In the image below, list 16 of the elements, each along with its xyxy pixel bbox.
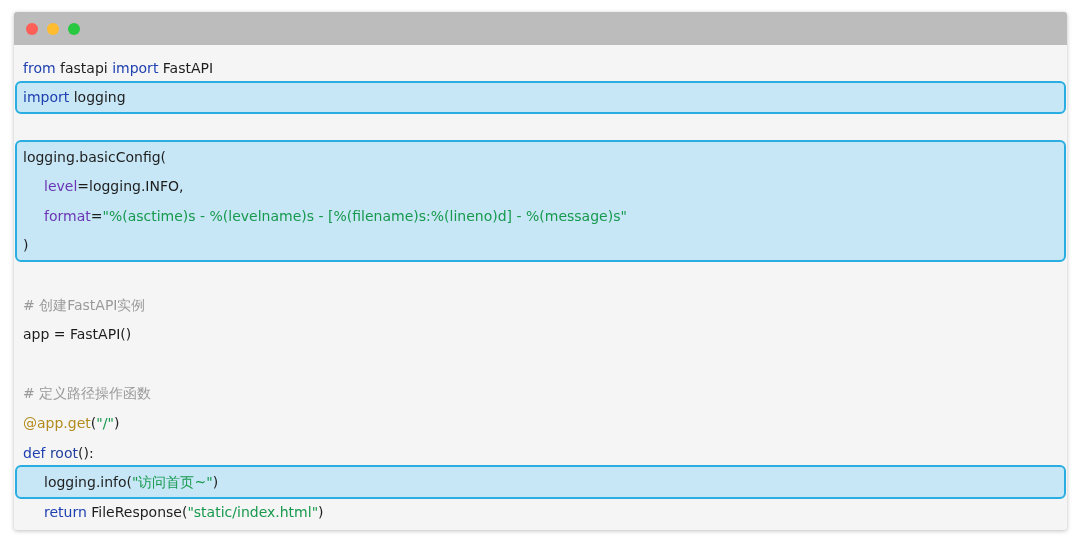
code-line: @app.get("/") <box>23 413 120 432</box>
code-line: from fastapi import FastAPI <box>23 58 214 77</box>
minimize-icon[interactable] <box>47 22 59 35</box>
code-line: format="%(asctime)s - %(levelname)s - [%(filename)s:%(lineno)d] - %(message)s" <box>43 206 627 225</box>
code-line: # 创建FastAPI实例 <box>23 295 146 314</box>
zoom-icon[interactable] <box>68 22 80 35</box>
code-line: # 定义路径操作函数 <box>23 384 152 403</box>
close-icon[interactable] <box>26 22 38 35</box>
code-line: ) <box>23 236 29 255</box>
code-line: def root(): <box>23 443 94 462</box>
code-line: logging.info("访问首页~") <box>43 473 219 492</box>
code-line: app = FastAPI() <box>23 325 132 344</box>
code-line: return FileResponse("static/index.html") <box>43 502 324 521</box>
code-line: import logging <box>23 88 126 107</box>
code-line: logging.basicConfig( <box>23 147 167 166</box>
code-line: level=logging.INFO, <box>43 177 184 196</box>
